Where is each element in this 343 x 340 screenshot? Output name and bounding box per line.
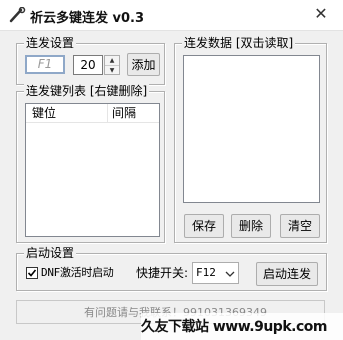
title-bar: 祈云多键连发 v0.3 ✕ xyxy=(0,0,343,31)
column-header-interval[interactable]: 间隔 xyxy=(112,106,136,120)
dnf-checkbox-label[interactable]: DNF激活时启动 xyxy=(41,265,114,281)
stepper-up-icon[interactable]: ▲ xyxy=(105,56,119,66)
stepper-down-icon[interactable]: ▼ xyxy=(105,66,119,75)
data-legend: 连发数据 [双击读取] xyxy=(182,36,296,50)
key-list-table[interactable]: 键位 间隔 xyxy=(25,103,160,237)
key-list-legend: 连发键列表 [右键删除] xyxy=(24,84,150,98)
delete-button[interactable]: 删除 xyxy=(231,214,271,238)
watermark: 久友下载站 www.9upk.com xyxy=(141,313,343,340)
startup-legend: 启动设置 xyxy=(24,246,77,260)
hotkey-label: 快捷开关: xyxy=(136,266,189,280)
add-button[interactable]: 添加 xyxy=(127,53,160,76)
hotkey-value: F12 xyxy=(196,266,216,279)
column-divider xyxy=(107,104,108,122)
watermark-text: 久友下载站 www.9upk.com xyxy=(141,319,327,335)
interval-input[interactable]: 20 xyxy=(73,55,103,75)
hotkey-select[interactable]: F12 xyxy=(192,262,239,284)
start-button[interactable]: 启动连发 xyxy=(256,262,318,286)
key-list-header: 键位 间隔 xyxy=(26,104,159,123)
wrench-icon xyxy=(9,7,26,23)
key-input[interactable]: F1 xyxy=(25,55,65,74)
settings-legend: 连发设置 xyxy=(24,36,77,50)
interval-stepper[interactable]: ▲ ▼ xyxy=(104,55,120,75)
clear-button[interactable]: 清空 xyxy=(280,214,320,238)
chevron-down-icon xyxy=(225,271,235,277)
dnf-checkbox[interactable] xyxy=(26,267,38,279)
window-title: 祈云多键连发 v0.3 xyxy=(30,11,145,26)
save-button[interactable]: 保存 xyxy=(184,214,224,238)
data-textarea[interactable] xyxy=(183,55,320,203)
column-header-key[interactable]: 键位 xyxy=(32,106,108,120)
close-button[interactable]: ✕ xyxy=(307,3,335,25)
checkmark-icon xyxy=(27,269,37,277)
